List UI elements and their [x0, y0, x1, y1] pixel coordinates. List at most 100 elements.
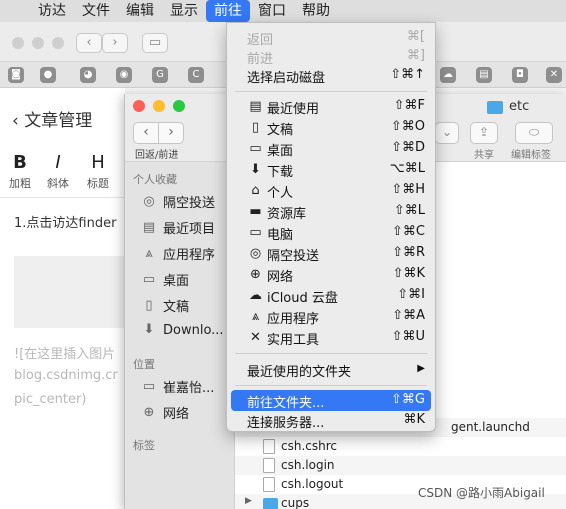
menu-item-label: 下载 [267, 165, 294, 180]
bold-label: 加粗 [9, 177, 31, 190]
menu-item-airdrop[interactable]: ◎ 隔空投送 ⇧⌘R [231, 243, 431, 264]
article-markdown-line: pic_center) [14, 392, 87, 407]
close-icon[interactable] [133, 100, 145, 112]
finder-sidebar: 个人收藏 ◎ 隔空投送 ▤ 最近项目 ⩓ 应用程序 ▭ 桌面 ▯ 文稿 ⬇ Downlo..… [125, 162, 235, 509]
menu-item-network[interactable]: ⊕ 网络 ⇧⌘K [231, 264, 431, 285]
sidebar-item-label: Downlo... [163, 322, 224, 338]
sidebar-toggle-icon[interactable]: ▭ [142, 33, 168, 53]
italic-button[interactable]: I 斜体 [38, 152, 78, 191]
shortcut-label: ⇧⌘↑ [390, 67, 425, 82]
nav-label: 回返/前进 [135, 150, 179, 161]
recents-icon: ▤ [142, 219, 156, 235]
article-back-link[interactable]: ‹ 文章管理 [12, 106, 92, 131]
watermark: CSDN @路小雨Abigail [418, 486, 545, 500]
edit-tags-label: 编辑标签 [511, 150, 551, 161]
go-menu-dropdown: 返回 ⌘[ 前进 ⌘] 选择启动磁盘 ⇧⌘↑ ▤ 最近使用 ⇧⌘F ▯ 文稿 ⇧⌘O ▭ 桌面 ⇧… [226, 22, 436, 432]
list-item[interactable]: csh.login [235, 456, 566, 475]
desktop-icon: ▭ [249, 141, 262, 156]
menu-separator [235, 353, 427, 354]
menu-item-icloud-drive[interactable]: ☁ iCloud 云盘 ⇧⌘I [231, 285, 431, 306]
menu-item-go-to-folder[interactable]: 前往文件夹... ⇧⌘G [231, 390, 431, 411]
article-text[interactable]: 1.点击访达finder [14, 212, 116, 231]
sidebar-item-downloads[interactable]: ⬇ Downlo... [141, 322, 224, 338]
menu-file[interactable]: 文件 [74, 0, 118, 22]
sidebar-item-airdrop[interactable]: ◎ 隔空投送 [141, 192, 215, 212]
sidebar-item-applications[interactable]: ⩓ 应用程序 [141, 244, 215, 264]
file-icon [263, 458, 275, 473]
italic-icon: I [55, 152, 61, 173]
view-options-button[interactable]: ⌄ [435, 122, 459, 144]
menu-item-connect-server[interactable]: 连接服务器... ⌘K [231, 410, 431, 431]
chevron-left-icon: ‹ [12, 111, 19, 131]
menu-item-label: 连接服务器... [247, 416, 325, 431]
menu-item-documents[interactable]: ▯ 文稿 ⇧⌘O [231, 117, 431, 138]
menu-finder[interactable]: 访达 [30, 0, 74, 22]
share-icon: ⇪ [478, 125, 490, 139]
forward-button[interactable]: › [158, 122, 184, 144]
heading-label: 标题 [87, 177, 109, 190]
menu-item-label: 最近使用的文件夹 [247, 365, 352, 380]
menu-item-home[interactable]: ⌂ 个人 ⇧⌘H [231, 180, 431, 201]
tag-icon: ⬭ [528, 125, 540, 139]
favorite-icon[interactable]: ▤ [476, 67, 492, 83]
menu-item-applications[interactable]: ⩓ 应用程序 ⇧⌘A [231, 306, 431, 327]
share-label: 共享 [474, 150, 494, 161]
back-button[interactable]: ‹ [133, 122, 159, 144]
close-icon[interactable] [12, 37, 24, 49]
menu-item-utilities[interactable]: ✕ 实用工具 ⇧⌘U [231, 327, 431, 348]
menu-bar: 访达 文件 编辑 显示 前往 窗口 帮助 [0, 0, 566, 22]
favorite-icon[interactable]: ◘ [512, 67, 528, 83]
menu-item-downloads[interactable]: ⬇ 下载 ⌥⌘L [231, 159, 431, 180]
sidebar-item-network[interactable]: ⊕ 网络 [141, 403, 189, 423]
forward-button[interactable]: › [102, 33, 128, 53]
favorite-icon[interactable]: ● [40, 67, 56, 83]
menu-edit[interactable]: 编辑 [118, 0, 162, 22]
icloud-icon: ☁ [249, 288, 262, 303]
favorite-icon[interactable]: C [188, 67, 204, 83]
zoom-icon[interactable] [173, 100, 185, 112]
menu-item-label: 文稿 [267, 123, 294, 138]
favorite-icon[interactable]: ◙ [8, 67, 24, 83]
minimize-icon[interactable] [32, 37, 44, 49]
menu-item-label: 选择启动磁盘 [247, 71, 326, 86]
menu-item-forward[interactable]: 前进 ⌘] [231, 46, 431, 67]
favorite-icon[interactable]: ◉ [116, 67, 132, 83]
bold-button[interactable]: B 加粗 [0, 152, 40, 191]
menu-item-label: 网络 [267, 270, 294, 285]
menu-item-label: 隔空投送 [267, 249, 320, 264]
menu-item-startup-disk[interactable]: 选择启动磁盘 ⇧⌘↑ [231, 65, 431, 86]
edit-tags-button[interactable]: ⬭ [515, 122, 553, 144]
menu-item-back[interactable]: 返回 ⌘[ [231, 27, 431, 48]
zoom-icon[interactable] [52, 37, 64, 49]
shortcut-label: ⇧⌘K [392, 266, 425, 281]
list-item[interactable]: csh.cshrc [235, 437, 566, 456]
close-icon[interactable]: ✕ [546, 67, 562, 83]
sidebar-item-label: 桌面 [163, 274, 190, 289]
disclosure-triangle-icon[interactable]: ▶ [245, 496, 252, 506]
sidebar-item-computer[interactable]: ▭ 崔嘉怡... [141, 377, 215, 397]
minimize-icon[interactable] [153, 100, 165, 112]
menu-help[interactable]: 帮助 [294, 0, 338, 22]
share-button[interactable]: ⇪ [470, 122, 498, 144]
shortcut-label: ⇧⌘H [391, 182, 425, 197]
sidebar-item-documents[interactable]: ▯ 文稿 [141, 296, 189, 316]
favorite-icon[interactable]: ☁ [440, 67, 456, 83]
airdrop-icon: ◎ [143, 193, 155, 209]
menu-window[interactable]: 窗口 [250, 0, 294, 22]
favorite-icon[interactable]: ◕ [80, 67, 96, 83]
heading-button[interactable]: H 标题 [78, 152, 118, 191]
divider [0, 197, 125, 198]
shortcut-label: ⇧⌘D [391, 140, 425, 155]
menu-item-recents[interactable]: ▤ 最近使用 ⇧⌘F [231, 96, 431, 117]
menu-item-library[interactable]: ▬ 资源库 ⇧⌘L [231, 201, 431, 222]
shortcut-label: ⌘[ [406, 29, 425, 44]
sidebar-item-recents[interactable]: ▤ 最近项目 [141, 218, 215, 238]
favorite-icon[interactable]: G [152, 67, 168, 83]
menu-item-desktop[interactable]: ▭ 桌面 ⇧⌘D [231, 138, 431, 159]
menu-view[interactable]: 显示 [162, 0, 206, 22]
back-button[interactable]: ‹ [76, 33, 102, 53]
menu-go[interactable]: 前往 [206, 0, 250, 22]
menu-item-recent-folders[interactable]: 最近使用的文件夹 ▶ [231, 359, 431, 380]
menu-item-computer[interactable]: ▭ 电脑 ⇧⌘C [231, 222, 431, 243]
sidebar-item-desktop[interactable]: ▭ 桌面 [141, 270, 190, 290]
